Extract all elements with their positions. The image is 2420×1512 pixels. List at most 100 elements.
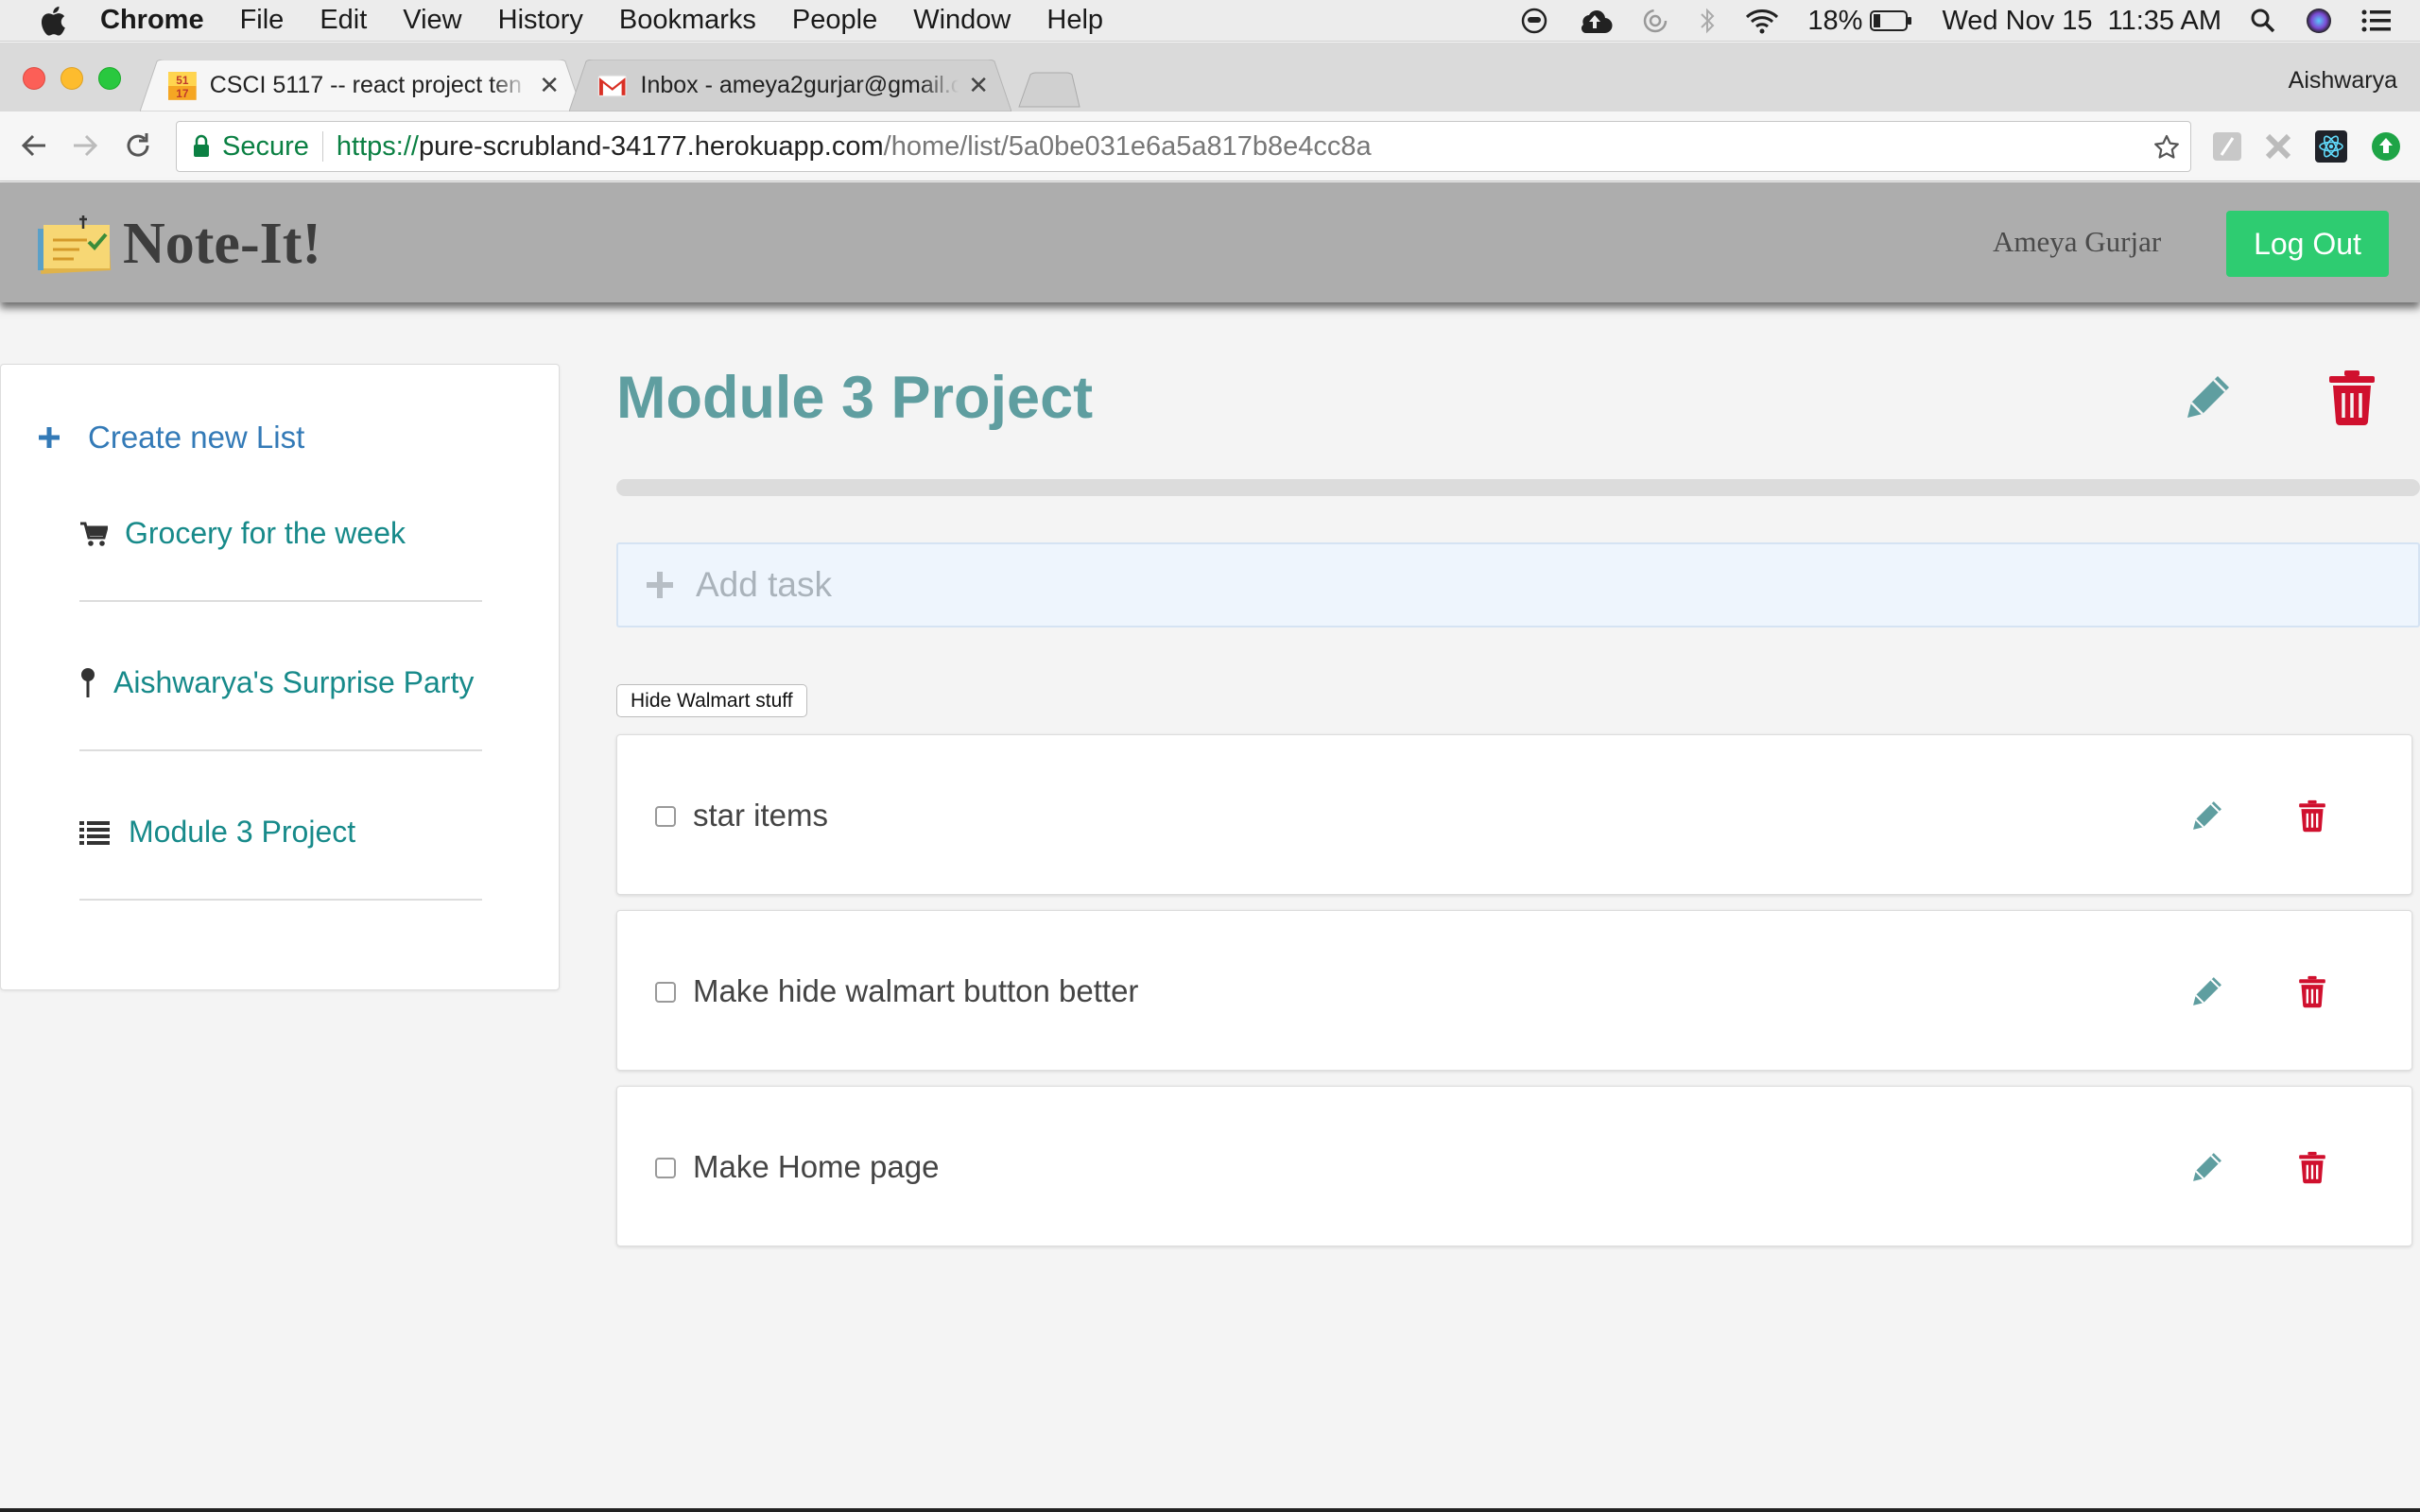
cloud-upload-icon[interactable]	[1577, 8, 1613, 34]
edit-list-pencil-icon[interactable]	[2182, 370, 2235, 423]
delete-task-trash-icon[interactable]	[2298, 1150, 2326, 1184]
task-checkbox[interactable]	[655, 806, 676, 827]
sidebar: Create new List Grocery for the week Ais…	[0, 364, 560, 990]
plus-icon	[647, 572, 673, 598]
sidebar-item-grocery[interactable]: Grocery for the week	[79, 516, 480, 551]
spotlight-search-icon[interactable]	[2250, 8, 2276, 34]
secure-label: Secure	[222, 130, 309, 162]
plus-icon	[39, 427, 60, 448]
bluetooth-icon[interactable]	[1698, 7, 1717, 35]
profile-name[interactable]: Aishwarya	[2289, 67, 2397, 94]
sidebar-item-surprise-party[interactable]: Aishwarya's Surprise Party	[79, 665, 480, 700]
menu-history[interactable]: History	[498, 5, 583, 36]
url-path: /home/list/5a0be031e6a5a817b8e4cc8a	[883, 130, 1372, 162]
edit-task-pencil-icon[interactable]	[2189, 973, 2225, 1009]
create-list-label: Create new List	[88, 420, 305, 455]
omnibox-separator	[321, 131, 323, 162]
window-close-button[interactable]	[23, 67, 45, 90]
user-name: Ameya Gurjar	[1993, 225, 2162, 258]
extension-upload-icon[interactable]	[2370, 130, 2402, 163]
mask-status-icon[interactable]	[1520, 7, 1548, 35]
window-bottom-edge	[0, 1508, 2420, 1512]
os-menubar: Chrome File Edit View History Bookmarks …	[0, 0, 2420, 42]
sidebar-item-label: Grocery for the week	[125, 516, 406, 550]
tab-active[interactable]: 51 17 CSCI 5117 -- react project ten ✕	[140, 60, 582, 112]
cart-icon	[80, 522, 108, 546]
task-card: Make Home page	[616, 1086, 2412, 1246]
sidebar-divider	[79, 749, 482, 751]
sidebar-item-module-3-project[interactable]: Module 3 Project	[79, 815, 480, 850]
delete-list-trash-icon[interactable]	[2327, 369, 2377, 425]
svg-text:17: 17	[176, 86, 189, 99]
task-checkbox[interactable]	[655, 1158, 676, 1178]
list-title: Module 3 Project	[616, 365, 1094, 431]
react-devtools-icon[interactable]	[2315, 130, 2347, 163]
menu-file[interactable]: File	[240, 5, 285, 36]
tab-inactive[interactable]: Inbox - ameya2gurjar@gmail.co ✕	[569, 60, 1011, 112]
browser-tab-strip: 51 17 CSCI 5117 -- react project ten ✕ In…	[0, 43, 2420, 112]
sticky-note-logo-icon	[38, 215, 112, 274]
add-task-bar	[616, 542, 2420, 627]
address-bar[interactable]: Secure https:// pure-scrubland-34177.her…	[176, 121, 2191, 172]
add-task-input[interactable]	[696, 565, 2303, 605]
hide-walmart-button[interactable]: Hide Walmart stuff	[616, 684, 807, 717]
brand[interactable]: Note-It!	[36, 211, 321, 278]
back-arrow-icon[interactable]	[17, 129, 51, 163]
sidebar-item-label: Module 3 Project	[129, 815, 356, 849]
clock[interactable]: Wed Nov 15 11:35 AM	[1942, 6, 2221, 37]
list-icon	[79, 820, 110, 845]
task-card: Make hide walmart button better	[616, 910, 2412, 1071]
menu-people[interactable]: People	[792, 5, 877, 36]
wifi-icon[interactable]	[1745, 8, 1779, 34]
task-checkbox[interactable]	[655, 982, 676, 1003]
sync-status-icon[interactable]	[1641, 7, 1669, 35]
logout-button[interactable]: Log Out	[2226, 211, 2389, 277]
task-text: Make Home page	[693, 1149, 940, 1184]
svg-text:51: 51	[176, 74, 189, 87]
task-text: star items	[693, 798, 829, 833]
apple-icon[interactable]	[36, 4, 68, 38]
menu-app-name[interactable]: Chrome	[100, 5, 204, 36]
progress-bar	[616, 479, 2420, 496]
extension-x-icon[interactable]	[2262, 130, 2294, 163]
battery-percent: 18%	[1807, 5, 1863, 36]
browser-toolbar: Secure https:// pure-scrubland-34177.her…	[0, 112, 2420, 181]
delete-task-trash-icon[interactable]	[2298, 799, 2326, 833]
menu-bookmarks[interactable]: Bookmarks	[619, 5, 756, 36]
bookmark-star-icon[interactable]	[2152, 133, 2181, 162]
edit-task-pencil-icon[interactable]	[2189, 1149, 2225, 1185]
tab-title: Inbox - ameya2gurjar@gmail.co	[640, 72, 959, 98]
url-scheme: https://	[336, 130, 419, 162]
create-list-button[interactable]: Create new List	[37, 420, 304, 455]
delete-task-trash-icon[interactable]	[2298, 974, 2326, 1008]
battery-icon[interactable]	[1870, 9, 1913, 32]
task-text: Make hide walmart button better	[693, 973, 1139, 1008]
brand-title: Note-It!	[123, 212, 322, 276]
menu-window[interactable]: Window	[913, 5, 1011, 36]
window-minimize-button[interactable]	[60, 67, 83, 90]
sidebar-item-label: Aishwarya's Surprise Party	[113, 665, 475, 699]
csci-5117-favicon: 5117	[168, 71, 197, 99]
notification-center-icon[interactable]	[2361, 9, 2392, 33]
new-tab-button[interactable]	[1017, 71, 1081, 109]
lock-icon	[194, 134, 209, 157]
gmail-icon	[597, 75, 628, 96]
extension-pdf-icon[interactable]	[2211, 130, 2243, 163]
siri-icon[interactable]	[2305, 7, 2333, 35]
tab-title: CSCI 5117 -- react project ten	[209, 72, 522, 98]
edit-task-pencil-icon[interactable]	[2189, 798, 2225, 833]
menu-edit[interactable]: Edit	[320, 5, 367, 36]
menu-view[interactable]: View	[403, 5, 461, 36]
url-host: pure-scrubland-34177.herokuapp.com	[418, 130, 884, 162]
pushpin-icon	[81, 667, 95, 697]
reload-icon[interactable]	[121, 129, 155, 163]
app-navbar: Note-It! Ameya Gurjar Log Out	[0, 182, 2420, 302]
sidebar-divider	[79, 600, 482, 602]
forward-arrow-icon[interactable]	[68, 129, 102, 163]
tab-close-icon[interactable]: ✕	[539, 71, 560, 100]
sidebar-divider	[79, 899, 482, 901]
window-zoom-button[interactable]	[98, 67, 121, 90]
task-card: star items	[616, 734, 2412, 895]
menu-help[interactable]: Help	[1046, 5, 1103, 36]
tab-close-icon[interactable]: ✕	[968, 71, 989, 100]
